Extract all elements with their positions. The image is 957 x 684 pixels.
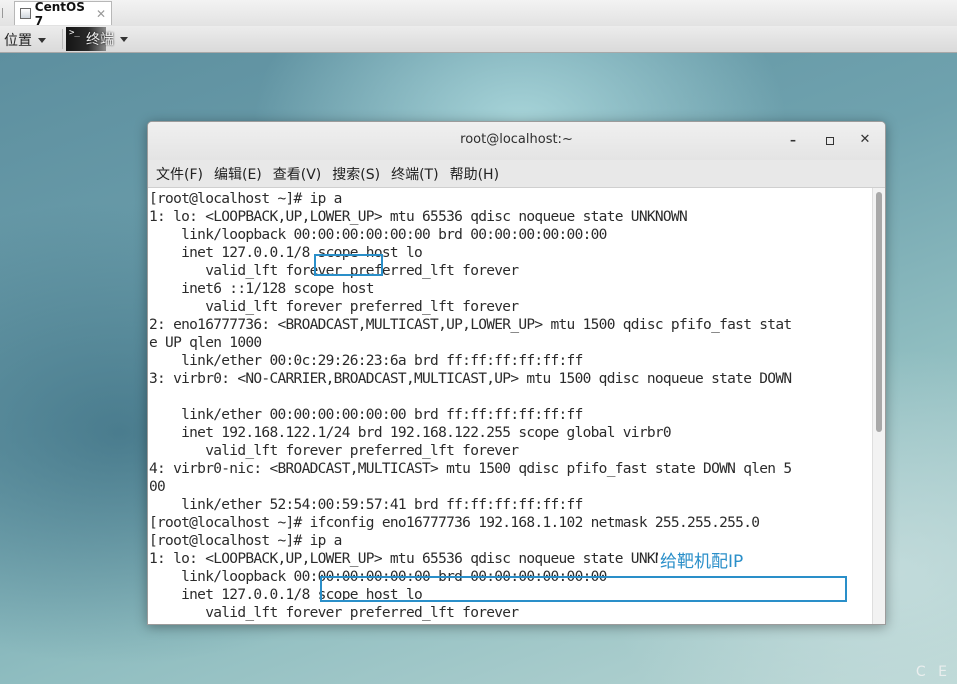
menu-terminal[interactable]: 终端(T): [391, 164, 438, 184]
terminal-line: link/loopback 00:00:00:00:00:00 brd 00:0…: [149, 227, 607, 243]
gnome-top-bar: 位置 >_ 终端: [0, 26, 957, 53]
vm-icon: [20, 8, 31, 19]
window-titlebar[interactable]: root@localhost:~ – ✕: [148, 122, 885, 160]
terminal-line: link/ether 00:0c:29:26:23:6a brd ff:ff:f…: [149, 353, 583, 369]
terminal-line: link/ether 52:54:00:59:57:41 brd ff:ff:f…: [149, 497, 583, 513]
terminal-line: 1: lo: <LOOPBACK,UP,LOWER_UP> mtu 65536 …: [149, 209, 688, 225]
maximize-icon: [826, 137, 834, 145]
terminal-line: 4: virbr0-nic: <BROADCAST,MULTICAST> mtu…: [149, 461, 792, 477]
terminal-line: [root@localhost ~]# ip a: [149, 533, 342, 549]
menu-search[interactable]: 搜索(S): [332, 164, 380, 184]
chevron-down-icon: [120, 36, 128, 42]
menu-view[interactable]: 查看(V): [273, 164, 322, 184]
terminal-line: 1: lo: <LOOPBACK,UP,LOWER_UP> mtu 65536 …: [149, 551, 688, 567]
tab-close-icon[interactable]: ✕: [96, 7, 106, 21]
terminal-line: 00: [149, 479, 166, 495]
maximize-button[interactable]: [821, 131, 839, 149]
terminal-window: root@localhost:~ – ✕ 文件(F) 编辑(E) 查看(V) 搜…: [147, 121, 886, 625]
window-title: root@localhost:~: [460, 132, 573, 147]
vm-tab-strip: CentOS 7 ✕: [0, 0, 957, 28]
menu-bar: 文件(F) 编辑(E) 查看(V) 搜索(S) 终端(T) 帮助(H): [148, 160, 885, 188]
terminal-line: valid_lft forever preferred_lft forever: [149, 443, 519, 459]
terminal-line: valid_lft forever preferred_lft forever: [149, 605, 519, 621]
vm-tab-centos[interactable]: CentOS 7 ✕: [14, 0, 112, 28]
terminal-line: inet6 ::1/128 scope host: [149, 281, 374, 297]
minimize-button[interactable]: –: [784, 131, 802, 149]
tab-scroll-handle[interactable]: [2, 8, 6, 18]
terminal-line: inet 192.168.122.1/24 brd 192.168.122.25…: [149, 425, 672, 441]
menu-edit[interactable]: 编辑(E): [214, 164, 262, 184]
terminal-line: link/ether 00:00:00:00:00:00 brd ff:ff:f…: [149, 407, 583, 423]
terminal-line: e UP qlen 1000: [149, 335, 262, 351]
highlight-box-ip-a: [314, 254, 383, 276]
terminal-output[interactable]: [root@localhost ~]# ip a 1: lo: <LOOPBAC…: [148, 188, 872, 624]
desktop-corner-mark: C E: [915, 664, 951, 680]
terminal-app-menu[interactable]: >_ 终端: [66, 27, 128, 51]
scrollbar-thumb[interactable]: [876, 192, 882, 432]
terminal-line: [root@localhost ~]# ifconfig eno16777736…: [149, 515, 760, 531]
chevron-down-icon: [38, 37, 46, 43]
terminal-line: 2: eno16777736: <BROADCAST,MULTICAST,UP,…: [149, 317, 792, 333]
terminal-line: 3: virbr0: <NO-CARRIER,BROADCAST,MULTICA…: [149, 371, 792, 387]
annotation-label: 给靶机配IP: [658, 547, 746, 572]
terminal-line: [root@localhost ~]# ip a: [149, 191, 342, 207]
terminal-app-label: 终端: [86, 32, 114, 48]
divider: [62, 29, 63, 49]
terminal-scrollbar[interactable]: [872, 188, 885, 624]
menu-file[interactable]: 文件(F): [156, 164, 203, 184]
highlight-box-ifconfig: [320, 576, 847, 602]
places-menu[interactable]: 位置: [4, 30, 46, 50]
close-button[interactable]: ✕: [856, 131, 874, 149]
terminal-line: valid_lft forever preferred_lft forever: [149, 299, 519, 315]
places-label: 位置: [4, 33, 32, 49]
vm-tab-label: CentOS 7: [34, 0, 85, 28]
menu-help[interactable]: 帮助(H): [450, 164, 499, 184]
